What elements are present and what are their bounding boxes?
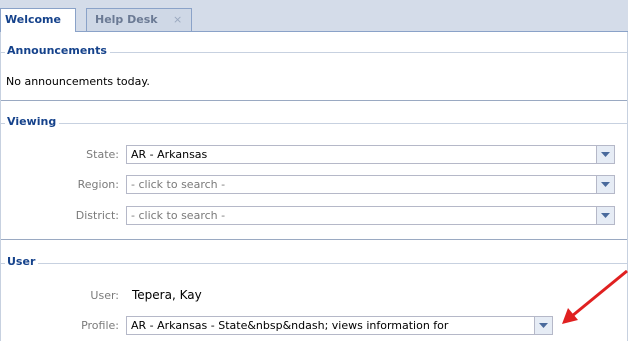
- tab-welcome[interactable]: Welcome: [0, 8, 76, 32]
- state-value: AR - Arkansas: [131, 148, 208, 161]
- district-select[interactable]: - click to search -: [126, 206, 615, 225]
- profile-dropdown-trigger[interactable]: [534, 317, 552, 334]
- tab-strip: Welcome Help Desk ×: [0, 0, 628, 32]
- region-select[interactable]: - click to search -: [126, 175, 615, 194]
- tab-help-desk-label: Help Desk: [95, 13, 158, 26]
- chevron-down-icon: [601, 152, 610, 157]
- region-value: - click to search -: [131, 178, 226, 191]
- district-value: - click to search -: [131, 209, 226, 222]
- close-icon[interactable]: ×: [173, 9, 182, 31]
- welcome-panel: Announcements No announcements today. Vi…: [0, 32, 628, 341]
- announcements-heading: Announcements: [5, 44, 110, 57]
- state-label: State:: [86, 148, 119, 161]
- tab-welcome-label: Welcome: [5, 13, 61, 26]
- announcements-text: No announcements today.: [6, 75, 150, 88]
- chevron-down-icon: [601, 182, 610, 187]
- section-separator: [1, 100, 627, 101]
- viewing-heading: Viewing: [5, 115, 60, 128]
- section-separator: [1, 239, 627, 240]
- region-dropdown-trigger[interactable]: [596, 176, 614, 193]
- profile-value: AR - Arkansas - State&nbsp&ndash; views …: [131, 319, 449, 332]
- user-label: User:: [90, 289, 119, 302]
- tab-help-desk[interactable]: Help Desk ×: [86, 8, 192, 31]
- user-divider: [1, 263, 627, 264]
- profile-label: Profile:: [81, 319, 119, 332]
- region-label: Region:: [77, 178, 119, 191]
- state-dropdown-trigger[interactable]: [596, 146, 614, 163]
- user-value: Tepera, Kay: [132, 288, 202, 302]
- state-select[interactable]: AR - Arkansas: [126, 145, 615, 164]
- annotation-arrow-icon: [562, 270, 628, 324]
- chevron-down-icon: [601, 213, 610, 218]
- user-heading: User: [5, 255, 39, 268]
- viewing-divider: [1, 123, 627, 124]
- chevron-down-icon: [539, 323, 548, 328]
- profile-select[interactable]: AR - Arkansas - State&nbsp&ndash; views …: [126, 316, 553, 335]
- district-dropdown-trigger[interactable]: [596, 207, 614, 224]
- district-label: District:: [75, 209, 119, 222]
